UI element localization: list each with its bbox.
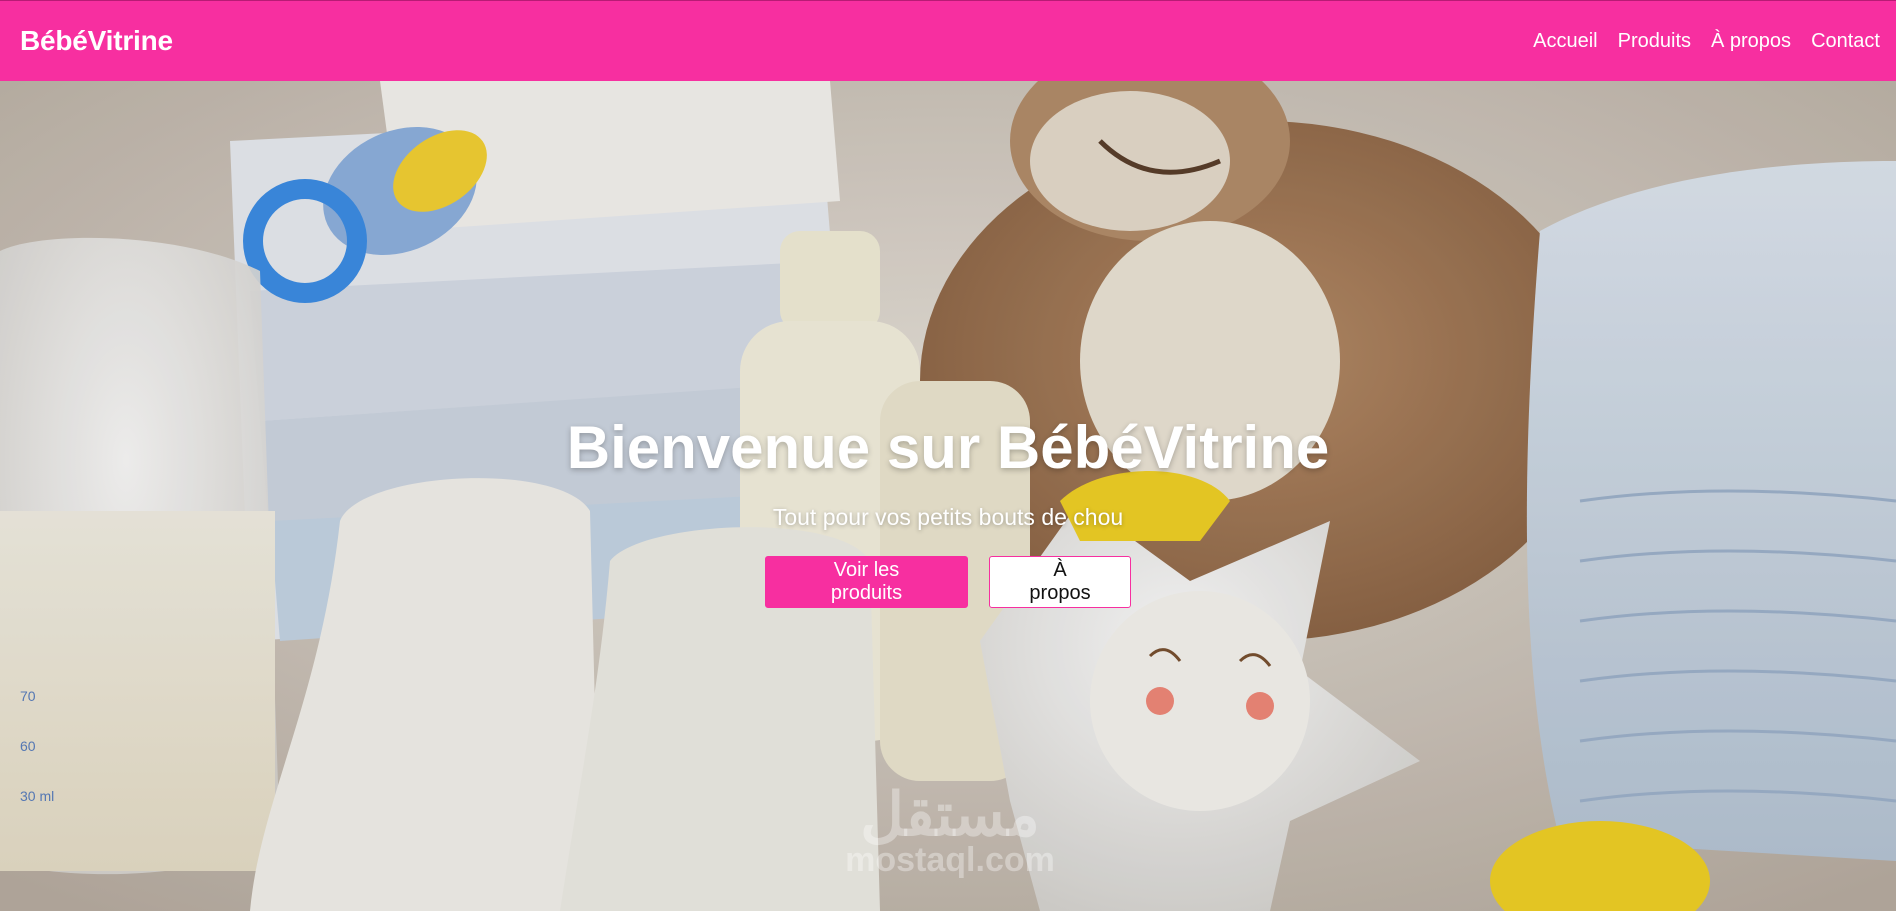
nav-link-contact[interactable]: Contact xyxy=(1811,30,1880,53)
watermark: مستقل mostaql.com xyxy=(830,783,1070,880)
view-products-button[interactable]: Voir les produits xyxy=(765,556,968,608)
nav-link-a-propos[interactable]: À propos xyxy=(1711,30,1791,53)
navbar: BébéVitrine Accueil Produits À propos Co… xyxy=(0,0,1896,81)
hero-section: 70 60 30 ml Bienvenue sur BébéVitrine To… xyxy=(0,81,1896,911)
hero-title: Bienvenue sur BébéVitrine xyxy=(566,414,1330,481)
nav-link-accueil[interactable]: Accueil xyxy=(1533,30,1597,53)
hero-subtitle: Tout pour vos petits bouts de chou xyxy=(772,504,1124,530)
nav-link-produits[interactable]: Produits xyxy=(1618,30,1691,53)
brand-logo[interactable]: BébéVitrine xyxy=(20,25,173,57)
watermark-arabic: مستقل xyxy=(860,781,1040,848)
watermark-url: mostaql.com xyxy=(845,841,1055,879)
about-button[interactable]: À propos xyxy=(989,556,1131,608)
hero-buttons: Voir les produits À propos xyxy=(765,556,1131,608)
nav-links: Accueil Produits À propos Contact xyxy=(1533,30,1880,53)
